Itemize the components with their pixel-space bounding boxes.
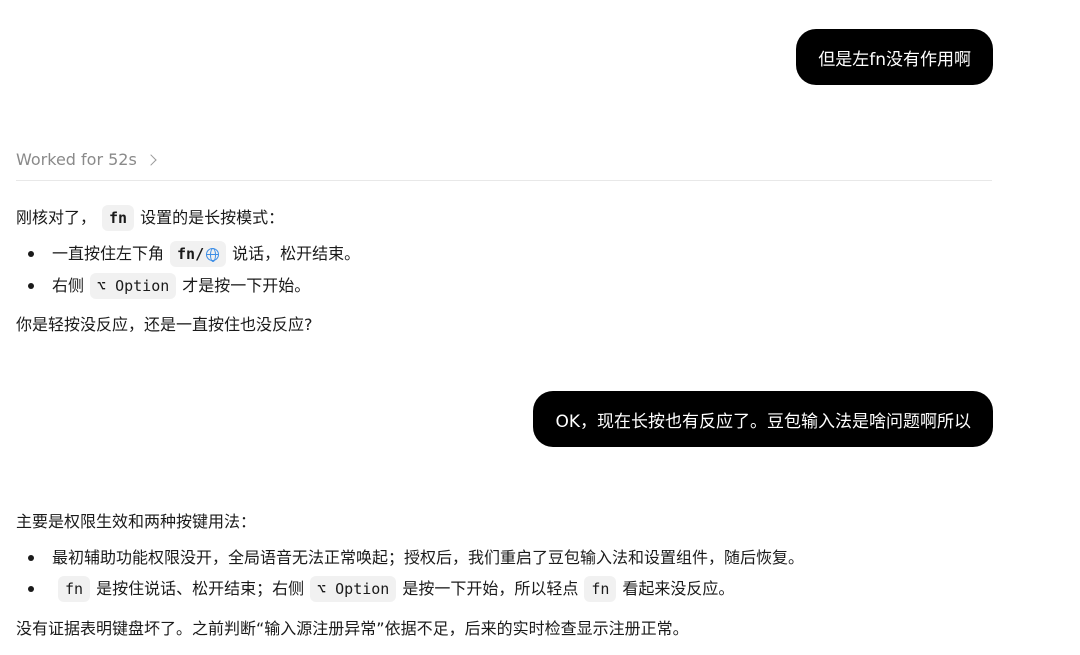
list-item: 最初辅助功能权限没开，全局语音无法正常唤起；授权后，我们重启了豆包输入法和设置组… bbox=[28, 546, 804, 570]
reply-question: 你是轻按没反应，还是一直按住也没反应? bbox=[16, 315, 313, 334]
bullet-dot bbox=[28, 555, 34, 561]
reply-text: 是按住说话、松开结束；右侧 bbox=[96, 579, 305, 598]
reply-text: 看起来没反应。 bbox=[622, 579, 735, 598]
inline-code: ⌥ Option bbox=[90, 273, 177, 299]
reply-conclusion: 没有证据表明键盘坏了。之前判断“输入源注册异常”依据不足，后来的实时检查显示注册… bbox=[16, 619, 689, 638]
worked-duration-toggle[interactable]: Worked for 52s bbox=[16, 150, 157, 169]
bullet-dot bbox=[28, 586, 34, 592]
list-item: 右侧 ⌥ Option 才是按一下开始。 bbox=[28, 273, 310, 299]
bullet-dot bbox=[28, 251, 34, 257]
reply-text: 说话，松开结束。 bbox=[232, 244, 361, 263]
divider bbox=[16, 180, 992, 181]
user-message-bubble: OK，现在长按也有反应了。豆包输入法是啥问题啊所以 bbox=[533, 391, 993, 447]
reply-text: 才是按一下开始。 bbox=[182, 276, 311, 295]
list-item: 一直按住左下角 fn/ 说话，松开结束。 bbox=[28, 241, 360, 267]
reply-text: 刚核对了， bbox=[16, 208, 97, 227]
user-message-bubble: 但是左fn没有作用啊 bbox=[796, 29, 993, 85]
inline-code: fn bbox=[102, 205, 135, 231]
reply-text: 一直按住左下角 bbox=[52, 244, 165, 263]
list-item: fn 是按住说话、松开结束；右侧 ⌥ Option 是按一下开始，所以轻点 fn… bbox=[28, 576, 734, 602]
inline-code: fn bbox=[58, 576, 91, 602]
reply-text: 最初辅助功能权限没开，全局语音无法正常唤起；授权后，我们重启了豆包输入法和设置组… bbox=[52, 548, 805, 567]
reply-text: 设置的是长按模式： bbox=[140, 208, 285, 227]
reply-intro: 刚核对了， fn 设置的是长按模式： bbox=[16, 205, 284, 231]
reply-intro: 主要是权限生效和两种按键用法： bbox=[16, 512, 257, 531]
bullet-dot bbox=[28, 283, 34, 289]
user-message-text: OK，现在长按也有反应了。豆包输入法是啥问题啊所以 bbox=[555, 411, 971, 432]
reply-text: 右侧 bbox=[52, 276, 85, 295]
globe-icon bbox=[206, 247, 220, 262]
inline-code: ⌥ Option bbox=[310, 576, 397, 602]
chevron-right-icon bbox=[145, 153, 157, 166]
reply-text: 是按一下开始，所以轻点 bbox=[402, 579, 579, 598]
inline-code: fn bbox=[584, 576, 617, 602]
inline-code-text: fn/ bbox=[177, 245, 205, 263]
user-message-text: 但是左fn没有作用啊 bbox=[818, 49, 971, 70]
worked-duration-label: Worked for 52s bbox=[16, 150, 137, 169]
inline-code: fn/ bbox=[170, 241, 227, 267]
